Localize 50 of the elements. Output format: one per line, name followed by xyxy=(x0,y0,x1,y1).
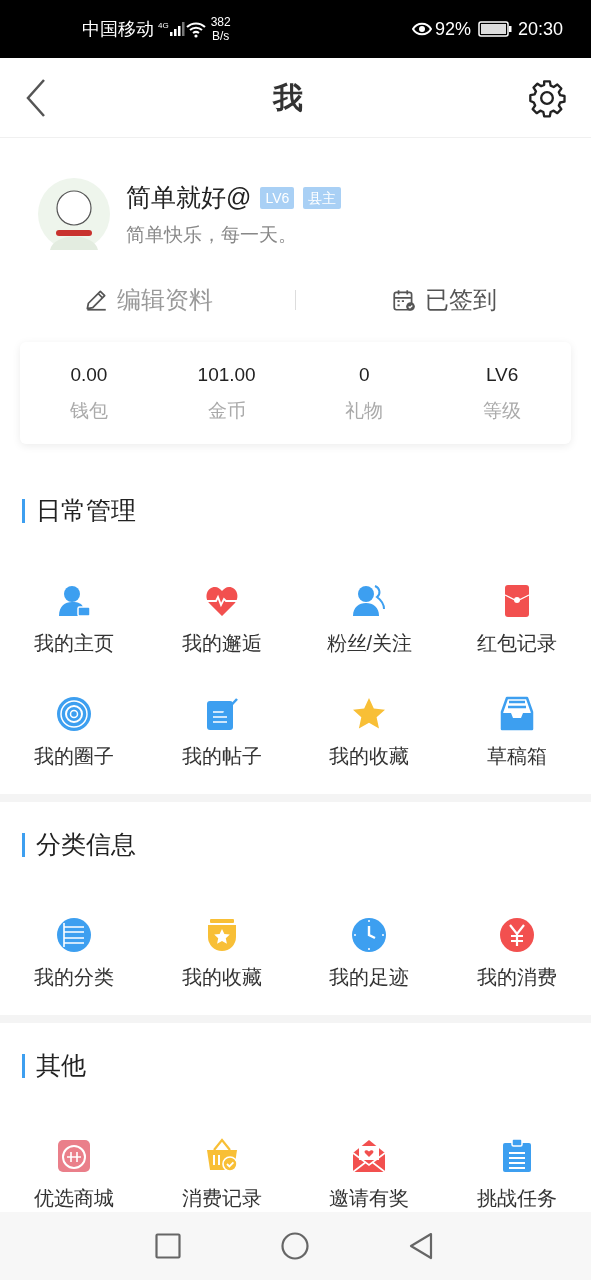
menu-item[interactable]: 红包记录 xyxy=(443,583,591,655)
stat-value: 101.00 xyxy=(197,362,256,387)
battery-icon xyxy=(477,21,512,37)
menu-item[interactable]: 我的主页 xyxy=(0,583,148,655)
battery-percent: 92% xyxy=(434,17,471,41)
menu-item[interactable]: 优选商城 xyxy=(0,1138,148,1210)
menu-item[interactable]: 我的邂逅 xyxy=(147,583,296,655)
stat-label: 等级 xyxy=(483,399,522,423)
carrier-name: 中国移动 xyxy=(82,17,154,41)
menu-item[interactable]: 邀请有奖 xyxy=(295,1138,444,1210)
avatar[interactable] xyxy=(38,178,110,250)
signal-icon xyxy=(168,21,185,37)
menu-item[interactable]: 消费记录 xyxy=(147,1138,296,1210)
menu-item[interactable]: 挑战任务 xyxy=(443,1138,591,1210)
wifi-icon xyxy=(184,20,207,38)
menu-item[interactable]: 我的消费 xyxy=(443,917,591,989)
calendar-check-icon xyxy=(390,287,417,313)
menu-item[interactable]: 我的分类 xyxy=(0,917,148,989)
menu-item[interactable]: 草稿箱 xyxy=(443,696,591,768)
stat-value: 0.00 xyxy=(70,362,108,387)
stat-label: 钱包 xyxy=(69,399,108,423)
stat-label: 礼物 xyxy=(345,399,384,423)
menu-item[interactable]: 我的圈子 xyxy=(0,696,148,768)
stat-label: 金币 xyxy=(207,399,246,423)
user-motto: 简单快乐，每一天。 xyxy=(126,222,298,247)
section-title: 其他 xyxy=(36,1050,86,1082)
settings-icon xyxy=(527,77,567,118)
menu-item[interactable]: 我的收藏 xyxy=(295,696,444,768)
menu-item[interactable]: 粉丝/关注 xyxy=(295,583,444,655)
network-speed: 382 xyxy=(210,15,231,29)
back-nav-button[interactable] xyxy=(409,1232,433,1260)
menu-item[interactable]: 我的收藏 xyxy=(147,917,296,989)
level-badge: LV6 xyxy=(260,186,295,209)
clock-time: 20:30 xyxy=(517,17,563,41)
speed-unit: B/s xyxy=(212,29,230,43)
back-icon xyxy=(24,77,48,118)
network-type: 4G xyxy=(158,20,169,32)
stat-value: LV6 xyxy=(485,362,519,387)
action-button[interactable]: 已签到 xyxy=(390,282,497,318)
menu-item[interactable]: 我的足迹 xyxy=(295,917,444,989)
eye-icon xyxy=(411,22,432,36)
level-badge: 县主 xyxy=(303,186,342,209)
section-title: 分类信息 xyxy=(36,829,136,861)
recents-button[interactable] xyxy=(155,1233,181,1259)
home-button[interactable] xyxy=(281,1232,309,1260)
user-name: 简单就好@ xyxy=(126,182,252,213)
page-title: 我 xyxy=(272,80,303,116)
stat-value: 0 xyxy=(359,362,370,387)
section-title: 日常管理 xyxy=(36,495,136,527)
menu-item[interactable]: 我的帖子 xyxy=(147,696,296,768)
